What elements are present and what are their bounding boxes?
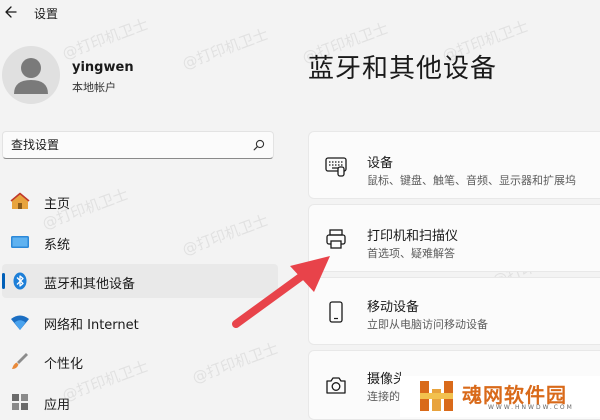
printer-icon bbox=[326, 229, 346, 249]
card-desc: 首选项、疑难解答 bbox=[367, 247, 455, 260]
card-title: 打印机和扫描仪 bbox=[367, 229, 459, 244]
phone-icon bbox=[329, 301, 343, 323]
card-printers-scanners[interactable]: 打印机和扫描仪 首选项、疑难解答 bbox=[308, 204, 600, 272]
sidebar-item-label: 主页 bbox=[44, 197, 71, 212]
site-logo: 魂网软件园 WWW.HNWDW.COM bbox=[400, 376, 600, 417]
window-title: 设置 bbox=[34, 7, 59, 21]
system-icon bbox=[11, 236, 29, 248]
watermark: @打印机卫士 bbox=[179, 25, 271, 73]
account-type: 本地帐户 bbox=[72, 81, 116, 94]
title-bar: 设置 bbox=[0, 0, 600, 28]
home-icon bbox=[10, 192, 30, 209]
active-indicator bbox=[2, 273, 5, 289]
apps-icon bbox=[12, 394, 28, 410]
sidebar-item-system[interactable]: 系统 bbox=[2, 225, 278, 259]
sidebar-item-network[interactable]: 网络和 Internet bbox=[2, 305, 278, 339]
sidebar-item-label: 网络和 Internet bbox=[44, 318, 139, 333]
sidebar-item-apps[interactable]: 应用 bbox=[2, 385, 278, 419]
sidebar-item-label: 个性化 bbox=[44, 357, 84, 372]
page-title: 蓝牙和其他设备 bbox=[308, 54, 498, 84]
network-icon bbox=[11, 315, 29, 330]
search-input[interactable] bbox=[11, 136, 241, 154]
back-arrow-icon[interactable] bbox=[2, 4, 22, 20]
keyboard-icon bbox=[325, 157, 347, 177]
card-title: 移动设备 bbox=[367, 300, 420, 315]
card-desc: 鼠标、键盘、触笔、音频、显示器和扩展坞 bbox=[367, 174, 576, 187]
search-box[interactable] bbox=[2, 131, 274, 159]
user-icon bbox=[14, 58, 48, 94]
bluetooth-icon bbox=[13, 272, 27, 290]
search-icon[interactable] bbox=[253, 139, 265, 151]
sidebar-item-label: 应用 bbox=[44, 398, 71, 413]
logo-mark-icon bbox=[420, 381, 453, 411]
sidebar-item-label: 蓝牙和其他设备 bbox=[44, 277, 136, 292]
brush-icon bbox=[12, 353, 28, 369]
sidebar-item-bluetooth[interactable]: 蓝牙和其他设备 bbox=[2, 264, 278, 298]
camera-icon bbox=[326, 377, 346, 394]
sidebar-item-label: 系统 bbox=[44, 238, 71, 253]
avatar[interactable] bbox=[2, 46, 60, 104]
card-mobile-devices[interactable]: 移动设备 立即从电脑访问移动设备 bbox=[308, 277, 600, 345]
card-devices[interactable]: 设备 鼠标、键盘、触笔、音频、显示器和扩展坞 bbox=[308, 131, 600, 199]
logo-url: WWW.HNWDW.COM bbox=[488, 404, 574, 411]
sidebar-item-home[interactable]: 主页 bbox=[2, 184, 278, 218]
card-title: 设备 bbox=[367, 156, 394, 171]
card-desc: 立即从电脑访问移动设备 bbox=[367, 318, 488, 331]
sidebar-item-personalization[interactable]: 个性化 bbox=[2, 344, 278, 378]
user-name: yingwen bbox=[72, 60, 134, 75]
